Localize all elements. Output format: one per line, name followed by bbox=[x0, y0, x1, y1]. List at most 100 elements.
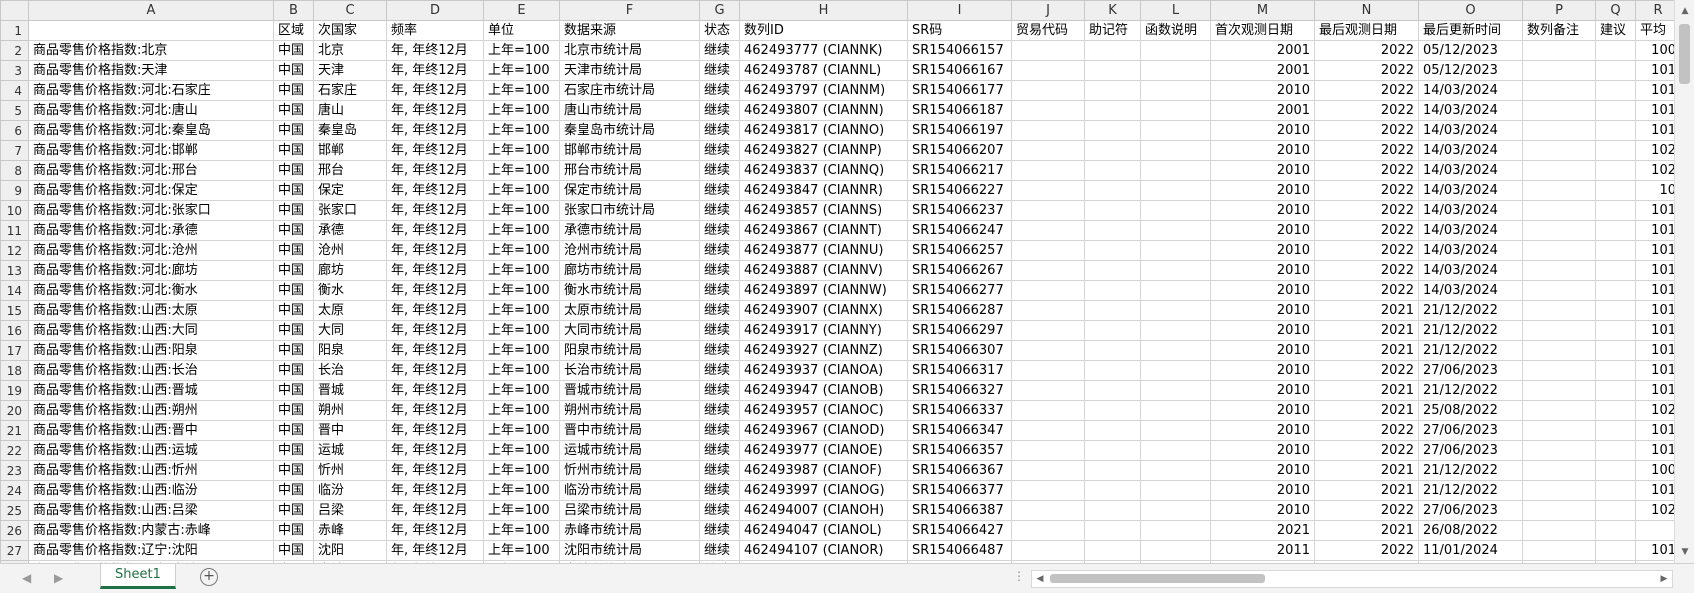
prev-sheet-icon[interactable]: ◀ bbox=[22, 571, 31, 585]
cell-j19[interactable] bbox=[1011, 380, 1085, 401]
cell-l10[interactable] bbox=[1140, 200, 1211, 221]
cell-a20[interactable]: 商品零售价格指数:山西:朔州 bbox=[28, 400, 274, 421]
row-header[interactable]: 3 bbox=[0, 60, 29, 81]
cell-p4[interactable] bbox=[1522, 80, 1596, 101]
cell-e23[interactable]: 上年=100 bbox=[483, 460, 560, 481]
cell-b22[interactable]: 中国 bbox=[273, 440, 314, 461]
row-header[interactable]: 18 bbox=[0, 360, 29, 381]
cell-i16[interactable]: SR154066297 bbox=[907, 320, 1012, 341]
cell-o11[interactable]: 14/03/2024 bbox=[1418, 220, 1523, 241]
cell-l23[interactable] bbox=[1140, 460, 1211, 481]
cell-g26[interactable]: 继续 bbox=[699, 520, 740, 541]
cell-b26[interactable]: 中国 bbox=[273, 520, 314, 541]
cell-k22[interactable] bbox=[1084, 440, 1141, 461]
scroll-right-icon[interactable]: ▶ bbox=[1656, 571, 1672, 587]
row-header[interactable]: 22 bbox=[0, 440, 29, 461]
cell-e22[interactable]: 上年=100 bbox=[483, 440, 560, 461]
column-header-g[interactable]: G bbox=[699, 0, 740, 21]
cell-l5[interactable] bbox=[1140, 100, 1211, 121]
cell-d19[interactable]: 年, 年终12月 bbox=[386, 380, 484, 401]
cell-a14[interactable]: 商品零售价格指数:河北:衡水 bbox=[28, 280, 274, 301]
column-header-c[interactable]: C bbox=[313, 0, 387, 21]
cell-c26[interactable]: 赤峰 bbox=[313, 520, 387, 541]
cell-m21[interactable]: 2010 bbox=[1210, 420, 1315, 441]
cell-b23[interactable]: 中国 bbox=[273, 460, 314, 481]
cell-i4[interactable]: SR154066177 bbox=[907, 80, 1012, 101]
cell-p18[interactable] bbox=[1522, 360, 1596, 381]
cell-i19[interactable]: SR154066327 bbox=[907, 380, 1012, 401]
cell-p16[interactable] bbox=[1522, 320, 1596, 341]
cell-k27[interactable] bbox=[1084, 540, 1141, 561]
cell-h21[interactable]: 462493967 (CIANOD) bbox=[739, 420, 908, 441]
cell-m5[interactable]: 2001 bbox=[1210, 100, 1315, 121]
row-header[interactable]: 26 bbox=[0, 520, 29, 541]
cell-l9[interactable] bbox=[1140, 180, 1211, 201]
cell-f9[interactable]: 保定市统计局 bbox=[559, 180, 700, 201]
row-header[interactable]: 11 bbox=[0, 220, 29, 241]
cell-l8[interactable] bbox=[1140, 160, 1211, 181]
cell-n12[interactable]: 2022 bbox=[1314, 240, 1419, 261]
cell-n1[interactable]: 最后观测日期 bbox=[1314, 20, 1419, 41]
cell-h4[interactable]: 462493797 (CIANNM) bbox=[739, 80, 908, 101]
cell-o4[interactable]: 14/03/2024 bbox=[1418, 80, 1523, 101]
cell-p7[interactable] bbox=[1522, 140, 1596, 161]
cell-j27[interactable] bbox=[1011, 540, 1085, 561]
cell-p3[interactable] bbox=[1522, 60, 1596, 81]
cell-n24[interactable]: 2021 bbox=[1314, 480, 1419, 501]
scroll-left-icon[interactable]: ◀ bbox=[1032, 571, 1048, 587]
cell-l12[interactable] bbox=[1140, 240, 1211, 261]
cell-h19[interactable]: 462493947 (CIANOB) bbox=[739, 380, 908, 401]
cell-m27[interactable]: 2011 bbox=[1210, 540, 1315, 561]
cell-p9[interactable] bbox=[1522, 180, 1596, 201]
cell-i25[interactable]: SR154066387 bbox=[907, 500, 1012, 521]
cell-f17[interactable]: 阳泉市统计局 bbox=[559, 340, 700, 361]
cell-h11[interactable]: 462493867 (CIANNT) bbox=[739, 220, 908, 241]
cell-i10[interactable]: SR154066237 bbox=[907, 200, 1012, 221]
cell-o20[interactable]: 25/08/2022 bbox=[1418, 400, 1523, 421]
cell-k10[interactable] bbox=[1084, 200, 1141, 221]
cell-c14[interactable]: 衡水 bbox=[313, 280, 387, 301]
cell-f15[interactable]: 太原市统计局 bbox=[559, 300, 700, 321]
cell-l11[interactable] bbox=[1140, 220, 1211, 241]
cell-e24[interactable]: 上年=100 bbox=[483, 480, 560, 501]
cell-g17[interactable]: 继续 bbox=[699, 340, 740, 361]
cell-c20[interactable]: 朔州 bbox=[313, 400, 387, 421]
row-header[interactable]: 5 bbox=[0, 100, 29, 121]
cell-n10[interactable]: 2022 bbox=[1314, 200, 1419, 221]
row-header[interactable]: 17 bbox=[0, 340, 29, 361]
cell-l3[interactable] bbox=[1140, 60, 1211, 81]
cell-c1[interactable]: 次国家 bbox=[313, 20, 387, 41]
scroll-down-icon[interactable]: ▼ bbox=[1675, 543, 1694, 561]
cell-b7[interactable]: 中国 bbox=[273, 140, 314, 161]
cell-l24[interactable] bbox=[1140, 480, 1211, 501]
column-header-n[interactable]: N bbox=[1314, 0, 1419, 21]
cell-k19[interactable] bbox=[1084, 380, 1141, 401]
cell-b10[interactable]: 中国 bbox=[273, 200, 314, 221]
cell-n22[interactable]: 2022 bbox=[1314, 440, 1419, 461]
cell-j22[interactable] bbox=[1011, 440, 1085, 461]
cell-p1[interactable]: 数列备注 bbox=[1522, 20, 1596, 41]
cell-b19[interactable]: 中国 bbox=[273, 380, 314, 401]
cell-a13[interactable]: 商品零售价格指数:河北:廊坊 bbox=[28, 260, 274, 281]
cell-f22[interactable]: 运城市统计局 bbox=[559, 440, 700, 461]
cell-j7[interactable] bbox=[1011, 140, 1085, 161]
cell-k6[interactable] bbox=[1084, 120, 1141, 141]
cell-j25[interactable] bbox=[1011, 500, 1085, 521]
cell-l21[interactable] bbox=[1140, 420, 1211, 441]
cell-p19[interactable] bbox=[1522, 380, 1596, 401]
row-header[interactable]: 10 bbox=[0, 200, 29, 221]
cell-b2[interactable]: 中国 bbox=[273, 40, 314, 61]
cell-a15[interactable]: 商品零售价格指数:山西:太原 bbox=[28, 300, 274, 321]
cell-o23[interactable]: 21/12/2022 bbox=[1418, 460, 1523, 481]
row-header[interactable]: 23 bbox=[0, 460, 29, 481]
cell-j12[interactable] bbox=[1011, 240, 1085, 261]
cell-g20[interactable]: 继续 bbox=[699, 400, 740, 421]
cell-d13[interactable]: 年, 年终12月 bbox=[386, 260, 484, 281]
cell-n25[interactable]: 2022 bbox=[1314, 500, 1419, 521]
column-header-o[interactable]: O bbox=[1418, 0, 1523, 21]
cell-d2[interactable]: 年, 年终12月 bbox=[386, 40, 484, 61]
cell-k20[interactable] bbox=[1084, 400, 1141, 421]
cell-n15[interactable]: 2021 bbox=[1314, 300, 1419, 321]
cell-i3[interactable]: SR154066167 bbox=[907, 60, 1012, 81]
cell-o3[interactable]: 05/12/2023 bbox=[1418, 60, 1523, 81]
